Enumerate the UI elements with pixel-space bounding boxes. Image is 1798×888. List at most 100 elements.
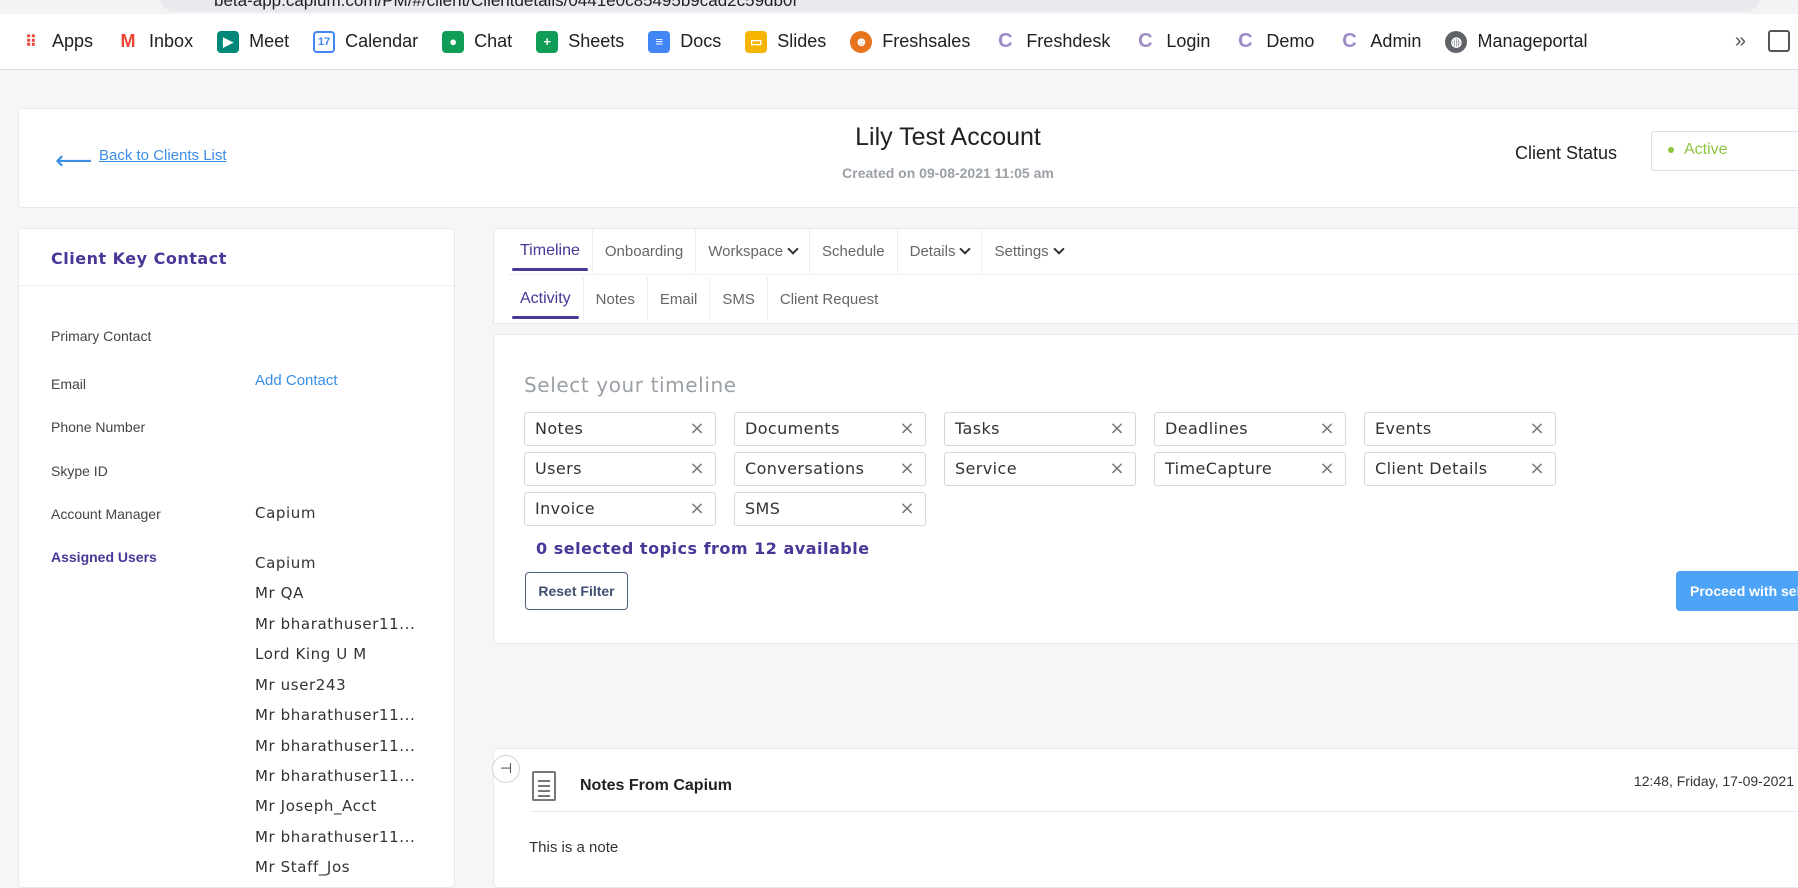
bookmark-docs[interactable]: ≡ Docs — [648, 30, 721, 53]
client-status-select[interactable]: Active — [1651, 131, 1798, 171]
bookmark-chat[interactable]: ● Chat — [442, 30, 512, 53]
filter-chip[interactable]: SMS × — [734, 492, 926, 526]
bookmark-freshsales[interactable]: ☻ Freshsales — [850, 30, 970, 53]
reading-list-icon[interactable] — [1768, 30, 1790, 52]
close-icon[interactable]: × — [1530, 458, 1545, 479]
filter-chip[interactable]: Tasks × — [944, 412, 1136, 446]
bookmark-sheets[interactable]: + Sheets — [536, 30, 624, 53]
bookmark-manageportal[interactable]: ◍ Manageportal — [1445, 30, 1588, 53]
note-title: Notes From Capium — [580, 777, 733, 794]
assigned-user: Lord King U M — [255, 645, 367, 663]
filter-chip[interactable]: Service × — [944, 452, 1136, 486]
sub-tabs: Activity Notes Email SMS Client Request — [508, 277, 890, 321]
filter-chip[interactable]: Client Details × — [1364, 452, 1556, 486]
tab-timeline[interactable]: Timeline — [508, 229, 593, 273]
tab-activity[interactable]: Activity — [508, 277, 584, 321]
bookmark-inbox[interactable]: M Inbox — [117, 31, 194, 53]
close-icon[interactable]: × — [690, 458, 705, 479]
filter-chip[interactable]: Deadlines × — [1154, 412, 1346, 446]
filter-chip[interactable]: Notes × — [524, 412, 716, 446]
timeline-note-item: ⊣ Notes From Capium 12:48, Friday, 17-09… — [492, 748, 1798, 888]
assigned-user: Mr Staff_Jos — [255, 858, 351, 876]
tab-settings[interactable]: Settings — [982, 229, 1074, 273]
close-icon[interactable]: × — [1530, 418, 1545, 439]
assigned-user: Mr bharathuser11... — [255, 706, 416, 724]
bookmark-apps[interactable]: ⠿ Apps — [20, 31, 93, 53]
bookmark-slides[interactable]: ▭ Slides — [745, 30, 826, 53]
tab-sms[interactable]: SMS — [710, 277, 768, 321]
close-icon[interactable]: × — [690, 498, 705, 519]
tab-email[interactable]: Email — [648, 277, 711, 321]
note-body: This is a note — [529, 839, 619, 856]
client-header: ⟵ Back to Clients List Lily Test Account… — [18, 108, 1798, 208]
reset-filter-button[interactable]: Reset Filter — [525, 572, 628, 610]
freshsales-icon: ☻ — [850, 30, 873, 53]
close-icon[interactable]: × — [1320, 418, 1335, 439]
chevron-down-icon — [959, 243, 972, 255]
main-tabs: Timeline Onboarding Workspace Schedule D… — [508, 229, 1075, 273]
assigned-user: Capium — [255, 554, 317, 572]
globe-icon: ◍ — [1445, 30, 1468, 53]
assigned-user: Mr bharathuser11... — [255, 828, 416, 846]
assigned-user: Mr bharathuser11... — [255, 767, 416, 785]
calendar-icon: 17 — [313, 30, 336, 53]
bookmark-demo[interactable]: C Demo — [1234, 30, 1314, 53]
close-icon[interactable]: × — [1110, 458, 1125, 479]
filter-chip[interactable]: TimeCapture × — [1154, 452, 1346, 486]
tab-notes[interactable]: Notes — [584, 277, 648, 321]
panel-title: Client Key Contact — [51, 249, 227, 268]
apps-grid-icon: ⠿ — [25, 33, 37, 51]
capium-icon: C — [1138, 30, 1153, 52]
bookmarks-more-button[interactable]: » — [1735, 30, 1746, 53]
add-contact-link[interactable]: Add Contact — [255, 372, 338, 389]
selected-topics-count: 0 selected topics from 12 available — [536, 539, 870, 558]
close-icon[interactable]: × — [1110, 418, 1125, 439]
client-tabs: Timeline Onboarding Workspace Schedule D… — [493, 228, 1798, 324]
tab-details[interactable]: Details — [898, 229, 983, 273]
email-label: Email — [51, 376, 87, 392]
bookmark-meet[interactable]: ▶ Meet — [217, 30, 289, 53]
capium-icon: C — [1238, 30, 1253, 52]
assigned-user: Mr Joseph_Acct — [255, 797, 377, 815]
tab-onboarding[interactable]: Onboarding — [593, 229, 697, 273]
skype-label: Skype ID — [51, 463, 108, 479]
timeline-filter-panel: Select your timeline Notes × Documents × T… — [493, 334, 1798, 644]
meet-icon: ▶ — [217, 30, 240, 53]
gmail-icon: M — [120, 31, 136, 51]
timeline-heading: Select your timeline — [524, 373, 737, 397]
bookmark-freshdesk[interactable]: C Freshdesk — [994, 30, 1110, 53]
chevron-down-icon — [1053, 243, 1065, 255]
divider — [530, 811, 1798, 812]
bookmark-calendar[interactable]: 17 Calendar — [313, 30, 418, 53]
filter-chip[interactable]: Conversations × — [734, 452, 926, 486]
address-url[interactable]: beta-app.capium.com/PM/#/client/Clientde… — [214, 0, 797, 11]
proceed-with-selected-button[interactable]: Proceed with selected — [1676, 571, 1798, 611]
filter-chip[interactable]: Invoice × — [524, 492, 716, 526]
bookmarks-bar: ⠿ Apps M Inbox ▶ Meet 17 Calendar ● Chat + She… — [0, 14, 1798, 70]
close-icon[interactable]: × — [1320, 458, 1335, 479]
close-icon[interactable]: × — [900, 418, 915, 439]
filter-chip[interactable]: Events × — [1364, 412, 1556, 446]
client-status-label: Client Status — [1515, 143, 1618, 163]
assigned-user: Mr bharathuser11... — [255, 615, 416, 633]
bookmark-admin[interactable]: C Admin — [1338, 30, 1421, 53]
chevron-down-icon — [787, 243, 799, 255]
slides-icon: ▭ — [745, 30, 768, 53]
tab-client-request[interactable]: Client Request — [768, 277, 890, 321]
filter-chip[interactable]: Users × — [524, 452, 716, 486]
created-date: Created on 09-08-2021 11:05 am — [842, 165, 1054, 181]
tab-schedule[interactable]: Schedule — [810, 229, 898, 273]
close-icon[interactable]: × — [900, 458, 915, 479]
client-key-contact-panel: Client Key Contact Primary Contact Email… — [18, 228, 455, 888]
bookmark-login[interactable]: C Login — [1134, 30, 1210, 53]
capium-icon: C — [998, 30, 1013, 52]
filter-chip[interactable]: Documents × — [734, 412, 926, 446]
assigned-user: Mr QA — [255, 584, 304, 602]
assigned-user: Mr user243 — [255, 676, 347, 694]
assigned-users-label: Assigned Users — [51, 549, 157, 565]
pin-icon[interactable]: ⊣ — [492, 755, 520, 783]
close-icon[interactable]: × — [900, 498, 915, 519]
tab-workspace[interactable]: Workspace — [696, 229, 811, 273]
close-icon[interactable]: × — [690, 418, 705, 439]
notepad-icon — [532, 771, 556, 801]
